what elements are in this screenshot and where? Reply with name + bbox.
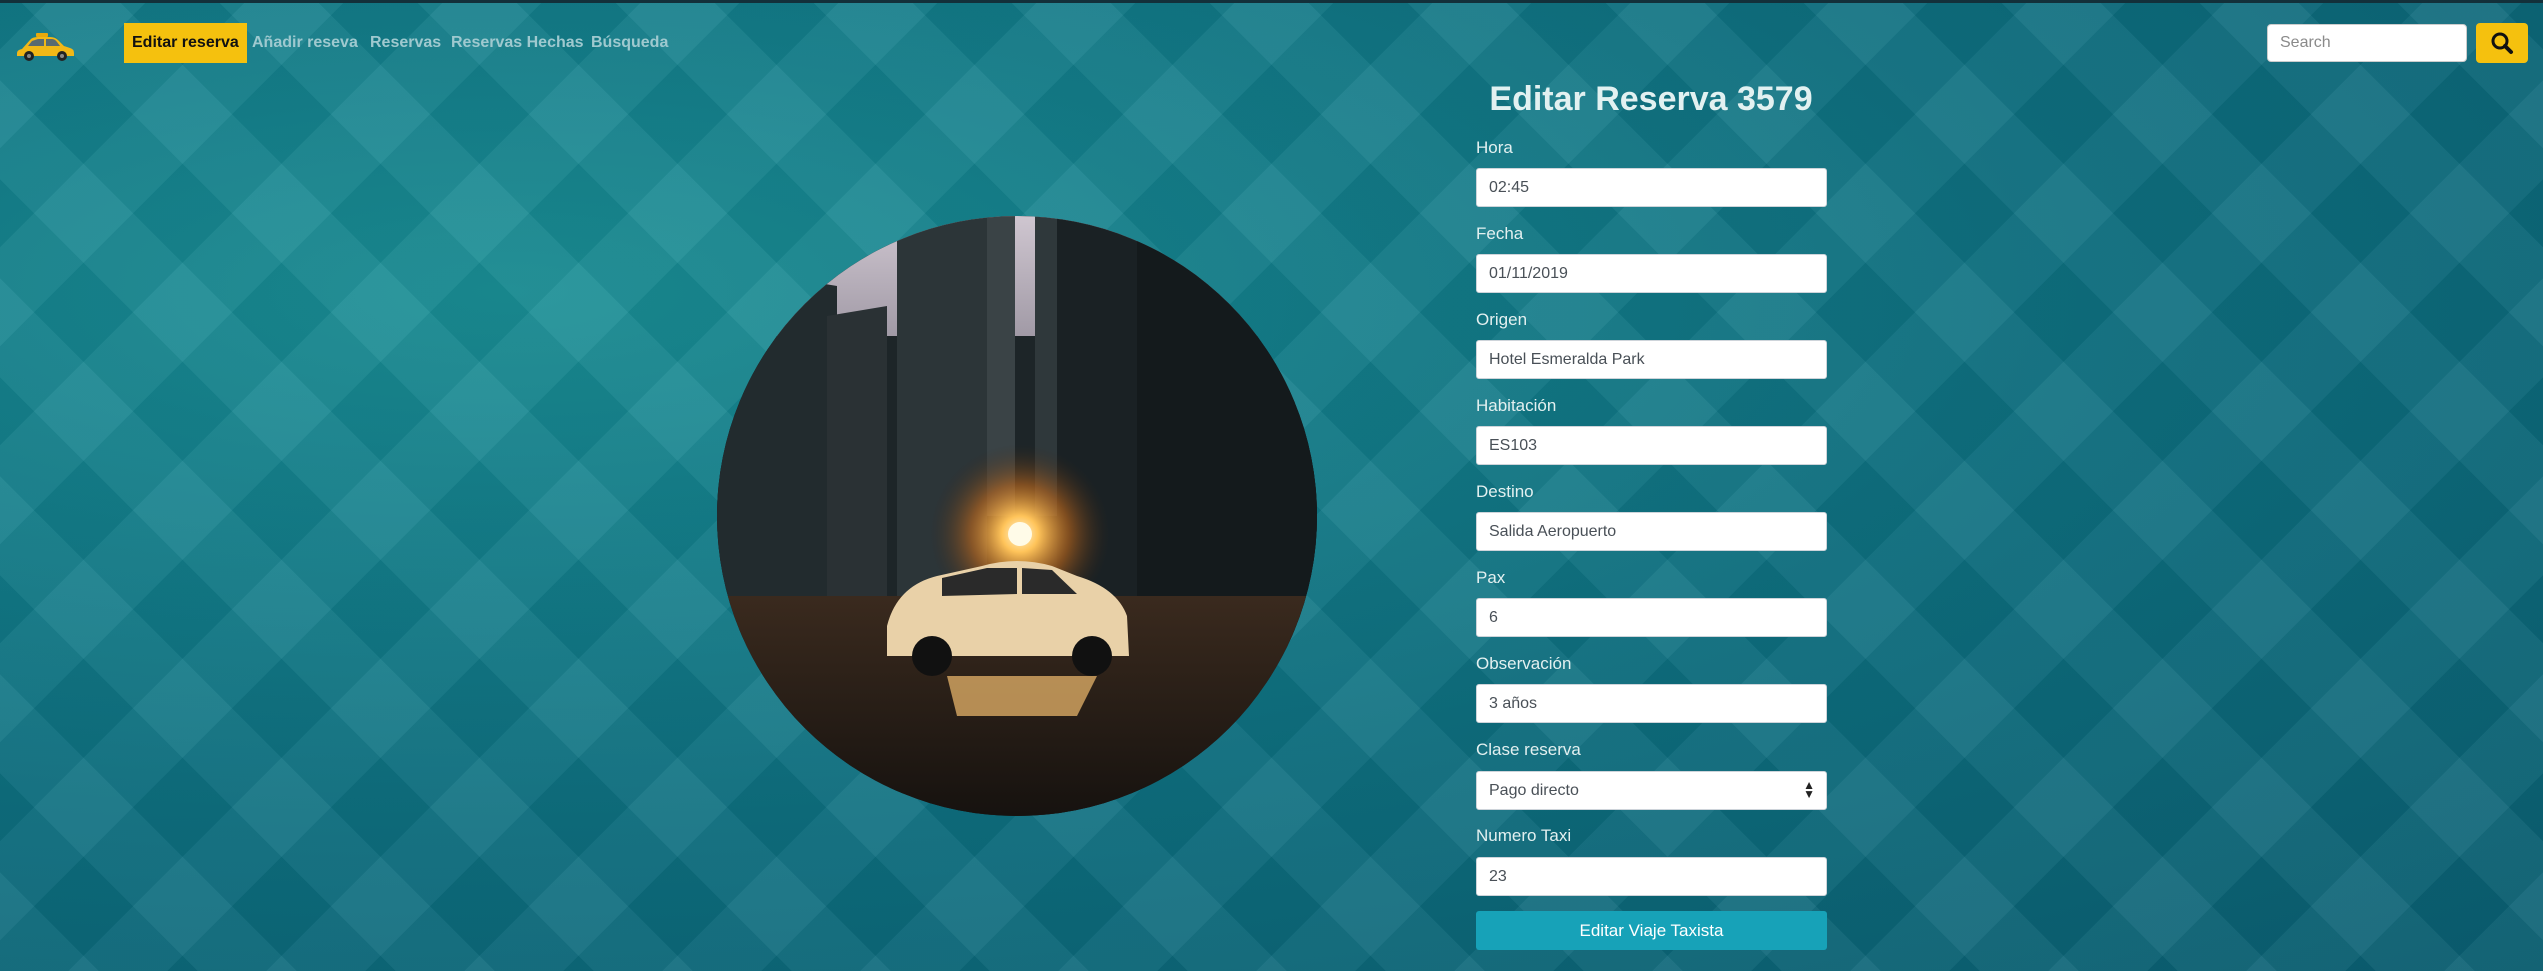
origen-label: Origen	[1476, 310, 1528, 329]
pax-label: Pax	[1476, 568, 1506, 587]
search-icon	[2491, 32, 2513, 54]
numero-taxi-label: Numero Taxi	[1476, 826, 1572, 845]
clase-reserva-select[interactable]: Pago directo	[1476, 771, 1827, 810]
taxi-street-photo	[717, 216, 1317, 816]
navbar: Editar reserva Añadir reseva Reservas Re…	[0, 3, 2543, 77]
observacion-input[interactable]	[1476, 684, 1827, 723]
nav-reservas[interactable]: Reservas	[370, 23, 441, 63]
search-input[interactable]	[2267, 24, 2467, 62]
habitacion-label: Habitación	[1476, 396, 1557, 415]
nav-editar-reserva[interactable]: Editar reserva	[124, 23, 247, 63]
nav-reservas-hechas[interactable]: Reservas Hechas	[451, 23, 584, 63]
nav-anadir-reseva[interactable]: Añadir reseva	[252, 23, 358, 63]
clase-reserva-label: Clase reserva	[1476, 740, 1581, 759]
fecha-label: Fecha	[1476, 224, 1524, 243]
clase-reserva-select-wrap: Pago directo ▲ ▼	[1476, 771, 1827, 810]
search-button[interactable]	[2476, 23, 2528, 63]
nav-busqueda[interactable]: Búsqueda	[591, 23, 668, 63]
form-title: Editar Reserva 3579	[1489, 80, 1813, 118]
habitacion-input[interactable]	[1476, 426, 1827, 465]
observacion-label: Observación	[1476, 654, 1572, 673]
taxi-car-icon[interactable]	[14, 28, 76, 62]
fecha-input[interactable]	[1476, 254, 1827, 293]
hora-label: Hora	[1476, 138, 1513, 157]
hora-input[interactable]	[1476, 168, 1827, 207]
origen-input[interactable]	[1476, 340, 1827, 379]
destino-label: Destino	[1476, 482, 1534, 501]
numero-taxi-input[interactable]	[1476, 857, 1827, 896]
destino-input[interactable]	[1476, 512, 1827, 551]
editar-viaje-button[interactable]: Editar Viaje Taxista	[1476, 911, 1827, 950]
pax-input[interactable]	[1476, 598, 1827, 637]
